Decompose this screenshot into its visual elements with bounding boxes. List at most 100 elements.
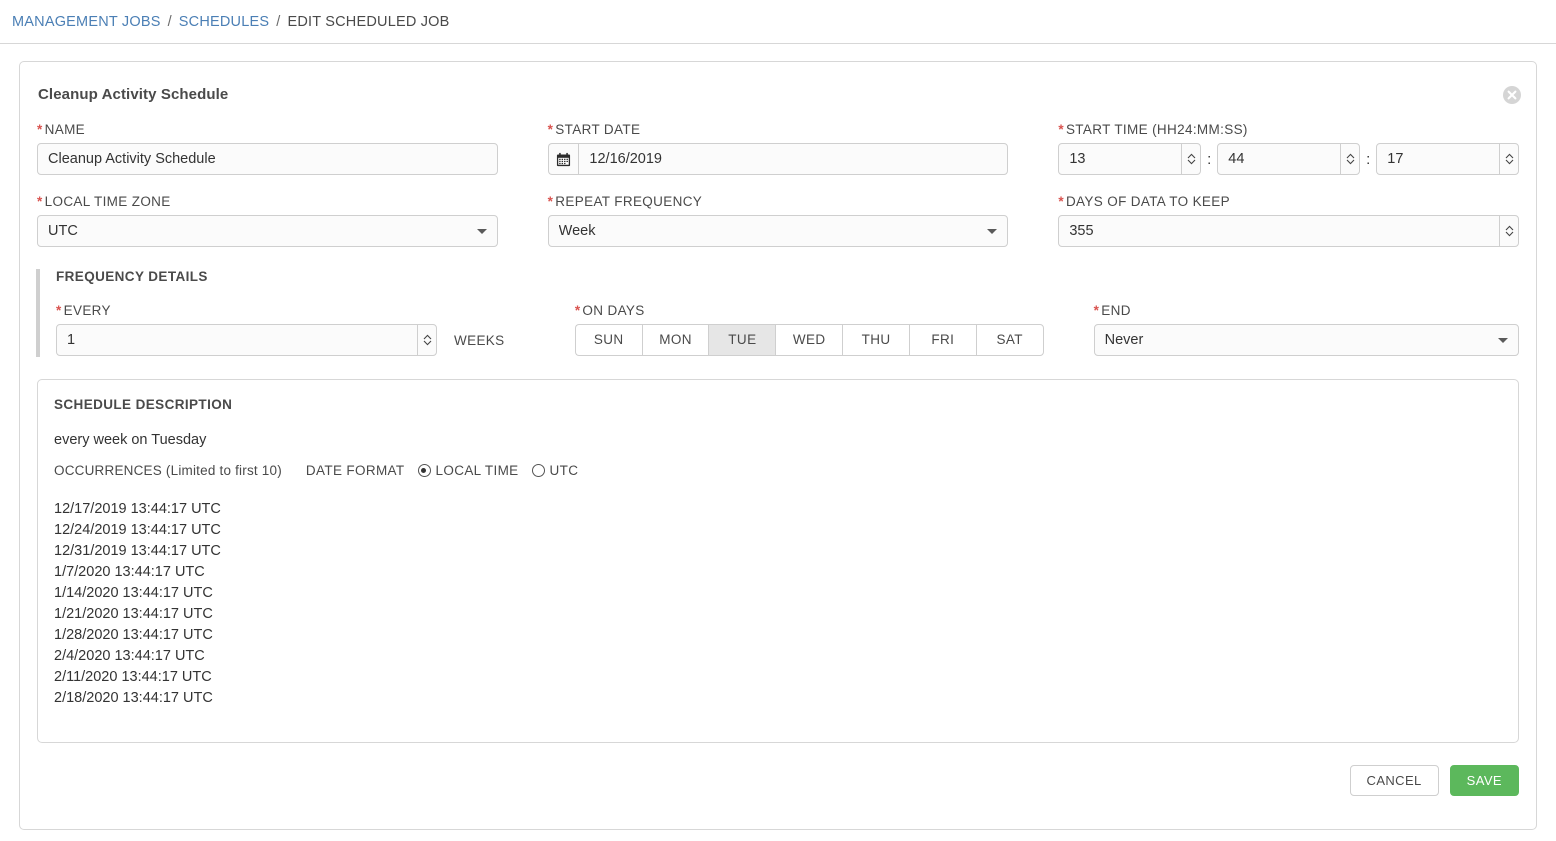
list-item: 12/24/2019 13:44:17 UTC: [54, 522, 221, 538]
required-asterisk: *: [56, 303, 62, 318]
day-toggle-sat[interactable]: SAT: [975, 324, 1044, 356]
start-date-group: [547, 143, 1009, 175]
start-time-minutes-field: [1217, 143, 1361, 175]
seconds-stepper[interactable]: [1499, 144, 1518, 174]
date-format-utc-label: UTC: [549, 463, 579, 478]
list-item: 12/17/2019 13:44:17 UTC: [54, 501, 221, 517]
time-separator: :: [1366, 150, 1371, 168]
start-time-hours-field: [1058, 143, 1202, 175]
page-body: Cleanup Activity Schedule *NAME *START D…: [0, 44, 1556, 830]
list-item: 1/21/2020 13:44:17 UTC: [54, 606, 213, 622]
list-item: 2/18/2020 13:44:17 UTC: [54, 690, 213, 706]
end-label: * END: [1094, 303, 1519, 318]
schedule-description-panel: SCHEDULE DESCRIPTION every week on Tuesd…: [37, 379, 1519, 743]
list-item: 1/28/2020 13:44:17 UTC: [54, 627, 213, 643]
date-format-option-local-time[interactable]: LOCAL TIME: [417, 463, 519, 478]
end-value[interactable]: [1093, 324, 1519, 356]
required-asterisk: *: [574, 303, 581, 318]
name-input[interactable]: [37, 143, 498, 175]
frequency-details-title: FREQUENCY DETAILS: [56, 269, 208, 284]
day-toggle-thu[interactable]: THU: [842, 324, 909, 356]
repeat-frequency-value[interactable]: [547, 215, 1009, 247]
schedule-summary-text: every week on Tuesday: [54, 432, 207, 448]
every-unit-label: WEEKS: [454, 332, 505, 348]
occurrences-meta-row: OCCURRENCES (Limited to first 10) DATE F…: [54, 463, 1502, 478]
breadcrumb-item-edit-scheduled-job: EDIT SCHEDULED JOB: [287, 13, 450, 30]
day-toggle-sun[interactable]: SUN: [574, 324, 642, 356]
field-name: * NAME: [37, 122, 498, 175]
chevron-down-icon: [1346, 159, 1355, 165]
chevron-down-icon: [1505, 231, 1514, 237]
start-date-input[interactable]: [578, 143, 1009, 175]
required-asterisk: *: [547, 194, 554, 209]
start-date-label-text: START DATE: [555, 122, 641, 137]
frequency-details-row: *EVERY WEEKS: [41, 303, 1519, 356]
days-of-data-stepper[interactable]: [1499, 216, 1518, 246]
breadcrumb-separator: /: [276, 13, 281, 30]
every-label: * EVERY: [56, 303, 525, 318]
on-days-label: * ON DAYS: [575, 303, 1044, 318]
cancel-button[interactable]: CANCEL: [1349, 765, 1439, 796]
time-separator: :: [1207, 150, 1212, 168]
days-of-data-to-keep-label: * DAYS OF DATA TO KEEP: [1058, 194, 1519, 209]
every-line: WEEKS: [56, 324, 525, 356]
field-days-of-data-to-keep: * DAYS OF DATA TO KEEP: [1058, 194, 1520, 247]
repeat-frequency-select[interactable]: [547, 215, 1009, 247]
save-button[interactable]: SAVE: [1449, 765, 1519, 796]
start-date-label: * START DATE: [548, 122, 1009, 137]
breadcrumb: MANAGEMENT JOBS / SCHEDULES / EDIT SCHED…: [0, 0, 1556, 44]
hours-stepper[interactable]: [1181, 144, 1200, 174]
start-time-label-text: START TIME (HH24:MM:SS): [1065, 122, 1248, 137]
field-repeat-frequency: * REPEAT FREQUENCY: [547, 194, 1009, 247]
end-select[interactable]: [1093, 324, 1519, 356]
end-label-text: END: [1101, 303, 1131, 318]
day-toggle-tue[interactable]: TUE: [708, 324, 776, 356]
every-label-text: EVERY: [63, 303, 111, 318]
section-accent-bar: [36, 269, 40, 357]
date-format-option-utc[interactable]: UTC: [531, 463, 579, 478]
chevron-down-icon: [1505, 159, 1514, 165]
start-time-hours-input[interactable]: [1058, 143, 1202, 175]
chevron-down-icon: [423, 340, 432, 346]
name-label-text: NAME: [44, 122, 86, 137]
local-time-zone-label-text: LOCAL TIME ZONE: [44, 194, 171, 209]
radio-selected-icon: [417, 464, 431, 477]
day-toggle-mon[interactable]: MON: [641, 324, 709, 356]
form-actions: CANCEL SAVE: [37, 765, 1519, 796]
minutes-stepper[interactable]: [1340, 144, 1359, 174]
day-toggle-wed[interactable]: WED: [775, 324, 843, 356]
start-time-seconds-field: [1376, 143, 1520, 175]
required-asterisk: *: [37, 194, 43, 209]
field-local-time-zone: * LOCAL TIME ZONE: [37, 194, 498, 247]
day-toggle-fri[interactable]: FRI: [908, 324, 976, 356]
breadcrumb-item-schedules[interactable]: SCHEDULES: [179, 14, 269, 30]
close-circle-icon[interactable]: [1502, 85, 1522, 105]
edit-scheduled-job-card: Cleanup Activity Schedule *NAME *START D…: [19, 61, 1537, 830]
local-time-zone-value[interactable]: [37, 215, 498, 247]
days-of-data-to-keep-field: [1058, 215, 1520, 247]
field-start-date: * START DATE: [547, 122, 1009, 175]
every-input[interactable]: [56, 324, 437, 356]
required-asterisk: *: [1058, 122, 1064, 137]
form-row-2: *LOCAL TIME ZONE *REPEAT FREQUENCY: [37, 194, 1520, 247]
repeat-frequency-label: * REPEAT FREQUENCY: [548, 194, 1009, 209]
start-time-seconds-input[interactable]: [1376, 143, 1520, 175]
calendar-icon[interactable]: [547, 143, 579, 175]
occurrences-label: OCCURRENCES (Limited to first 10): [54, 463, 282, 478]
breadcrumb-item-management-jobs[interactable]: MANAGEMENT JOBS: [12, 14, 161, 30]
list-item: 2/4/2020 13:44:17 UTC: [54, 648, 205, 664]
field-start-time: *START TIME (HH24:MM:SS) :: [1058, 122, 1520, 175]
form-row-1: *NAME *START DATE: [37, 122, 1520, 175]
start-time-group: : :: [1058, 143, 1520, 175]
every-field: [56, 324, 437, 356]
frequency-details-section: FREQUENCY DETAILS * EVERY 1 WEEKS * ON D…: [36, 269, 1519, 357]
required-asterisk: *: [547, 122, 554, 137]
radio-unselected-icon: [531, 464, 545, 477]
every-stepper[interactable]: [417, 325, 436, 355]
days-of-data-to-keep-input[interactable]: [1058, 215, 1520, 247]
field-on-days: * ON DAYS SUN MON TUE WED THU FRI SAT: [574, 303, 1044, 356]
page-title: Cleanup Activity Schedule: [38, 86, 229, 103]
start-time-minutes-input[interactable]: [1217, 143, 1361, 175]
local-time-zone-select[interactable]: [37, 215, 498, 247]
date-format-label: DATE FORMAT: [305, 463, 405, 478]
